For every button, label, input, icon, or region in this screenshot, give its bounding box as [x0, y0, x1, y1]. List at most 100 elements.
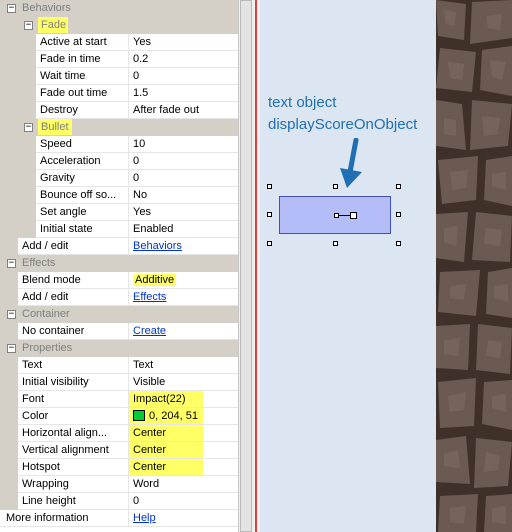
property-label: Horizontal align...	[22, 427, 107, 439]
resize-handle-se[interactable]	[396, 241, 401, 246]
property-initial-visibility[interactable]: Initial visibility Visible	[0, 374, 238, 391]
property-label: Acceleration	[40, 155, 101, 167]
property-blend-mode[interactable]: Blend mode Additive	[0, 272, 238, 289]
collapse-icon[interactable]: −	[7, 259, 16, 268]
property-initial-state[interactable]: Initial state Enabled	[0, 221, 238, 238]
collapse-icon[interactable]: −	[24, 21, 33, 30]
property-wait-time[interactable]: Wait time 0	[0, 68, 238, 85]
resize-handle-s[interactable]	[333, 241, 338, 246]
color-value: 0, 204, 51	[149, 410, 198, 422]
property-no-container[interactable]: No container Create	[0, 323, 238, 340]
property-label: No container	[22, 325, 85, 337]
category-behaviors[interactable]: − Behaviors	[0, 0, 238, 17]
collapse-icon[interactable]: −	[7, 310, 16, 319]
category-label: Effects	[22, 257, 56, 269]
property-value[interactable]: 0	[128, 153, 238, 169]
property-color[interactable]: Color 0, 204, 51	[0, 408, 238, 425]
property-font[interactable]: Font Impact(22)	[0, 391, 238, 408]
category-label: Behaviors	[22, 2, 71, 14]
color-swatch[interactable]	[133, 410, 145, 421]
resize-handle-w[interactable]	[267, 212, 272, 217]
property-value[interactable]: 10	[128, 136, 238, 152]
property-fade-in-time[interactable]: Fade in time 0.2	[0, 51, 238, 68]
property-value[interactable]: 0	[128, 68, 238, 84]
category-properties[interactable]: − Properties	[0, 340, 238, 357]
property-active-at-start[interactable]: Active at start Yes	[0, 34, 238, 51]
property-value[interactable]: Yes	[128, 34, 238, 50]
property-value[interactable]: 0, 204, 51	[128, 408, 238, 424]
resize-handle-nw[interactable]	[267, 184, 272, 189]
property-label: Gravity	[40, 172, 75, 184]
layout-boundary-line	[255, 0, 257, 532]
property-value[interactable]: Text	[128, 357, 238, 373]
property-hotspot[interactable]: Hotspot Center	[0, 459, 238, 476]
rock-texture-image	[436, 0, 512, 532]
property-label: Add / edit	[22, 240, 69, 252]
property-value[interactable]: Center	[128, 425, 238, 441]
property-value[interactable]: No	[128, 187, 238, 203]
property-set-angle[interactable]: Set angle Yes	[0, 204, 238, 221]
property-value[interactable]: Word	[128, 476, 238, 492]
property-label: Font	[22, 393, 45, 405]
category-effects[interactable]: − Effects	[0, 255, 238, 272]
property-wrapping[interactable]: Wrapping Word	[0, 476, 238, 493]
property-label: Set angle	[40, 206, 87, 218]
property-acceleration[interactable]: Acceleration 0	[0, 153, 238, 170]
behavior-group-bullet[interactable]: − Bullet	[0, 119, 238, 136]
hotspot-icon[interactable]	[334, 211, 358, 221]
property-effects-add-edit[interactable]: Add / edit Effects	[0, 289, 238, 306]
property-vertical-alignment[interactable]: Vertical alignment Center	[0, 442, 238, 459]
create-container-link[interactable]: Create	[133, 325, 166, 337]
property-text[interactable]: Text Text	[0, 357, 238, 374]
property-value[interactable]: Enabled	[128, 221, 238, 237]
property-label: Fade out time	[40, 87, 108, 99]
property-value[interactable]: 0	[128, 170, 238, 186]
property-speed[interactable]: Speed 10	[0, 136, 238, 153]
group-label: Fade	[41, 19, 67, 31]
scrollbar-thumb[interactable]	[240, 0, 252, 532]
property-value[interactable]: Yes	[128, 204, 238, 220]
annotation-line-2: displayScoreOnObject	[268, 116, 418, 133]
property-gravity[interactable]: Gravity 0	[0, 170, 238, 187]
resize-handle-e[interactable]	[396, 212, 401, 217]
layout-view[interactable]: text object displayScoreOnObject	[260, 0, 436, 532]
properties-scrollbar[interactable]	[238, 0, 252, 532]
property-value[interactable]: Visible	[128, 374, 238, 390]
property-label: Color	[22, 410, 49, 422]
property-label: Active at start	[40, 36, 107, 48]
property-label: Destroy	[40, 104, 78, 116]
property-line-height[interactable]: Line height 0	[0, 493, 238, 510]
category-container[interactable]: − Container	[0, 306, 238, 323]
resize-handle-n[interactable]	[333, 184, 338, 189]
behaviors-link[interactable]: Behaviors	[133, 240, 182, 252]
property-value[interactable]: Impact(22)	[128, 391, 238, 407]
resize-handle-ne[interactable]	[396, 184, 401, 189]
property-destroy[interactable]: Destroy After fade out	[0, 102, 238, 119]
property-value[interactable]: After fade out	[128, 102, 238, 118]
property-label: Initial visibility	[22, 376, 89, 388]
property-value[interactable]: 0.2	[128, 51, 238, 67]
property-horizontal-alignment[interactable]: Horizontal align... Center	[0, 425, 238, 442]
property-behaviors-add-edit[interactable]: Add / edit Behaviors	[0, 238, 238, 255]
property-more-information[interactable]: More information Help	[0, 510, 238, 527]
property-fade-out-time[interactable]: Fade out time 1.5	[0, 85, 238, 102]
annotation-line-1: text object	[268, 94, 337, 111]
behavior-group-fade[interactable]: − Fade	[0, 17, 238, 34]
effects-link[interactable]: Effects	[133, 291, 166, 303]
property-value[interactable]: Center	[128, 442, 238, 458]
collapse-icon[interactable]: −	[7, 4, 16, 13]
collapse-icon[interactable]: −	[24, 123, 33, 132]
property-value[interactable]: 1.5	[128, 85, 238, 101]
property-value[interactable]: Additive	[133, 274, 177, 286]
property-bounce-off-solids[interactable]: Bounce off so... No	[0, 187, 238, 204]
category-label: Properties	[22, 342, 73, 354]
property-label: Text	[22, 359, 43, 371]
collapse-icon[interactable]: −	[7, 344, 16, 353]
help-link[interactable]: Help	[133, 512, 156, 524]
resize-handle-sw[interactable]	[267, 241, 272, 246]
property-value[interactable]: Center	[128, 459, 238, 475]
property-label: Speed	[40, 138, 72, 150]
property-label: Wait time	[40, 70, 86, 82]
property-label: Initial state	[40, 223, 93, 235]
property-value[interactable]: 0	[128, 493, 238, 509]
